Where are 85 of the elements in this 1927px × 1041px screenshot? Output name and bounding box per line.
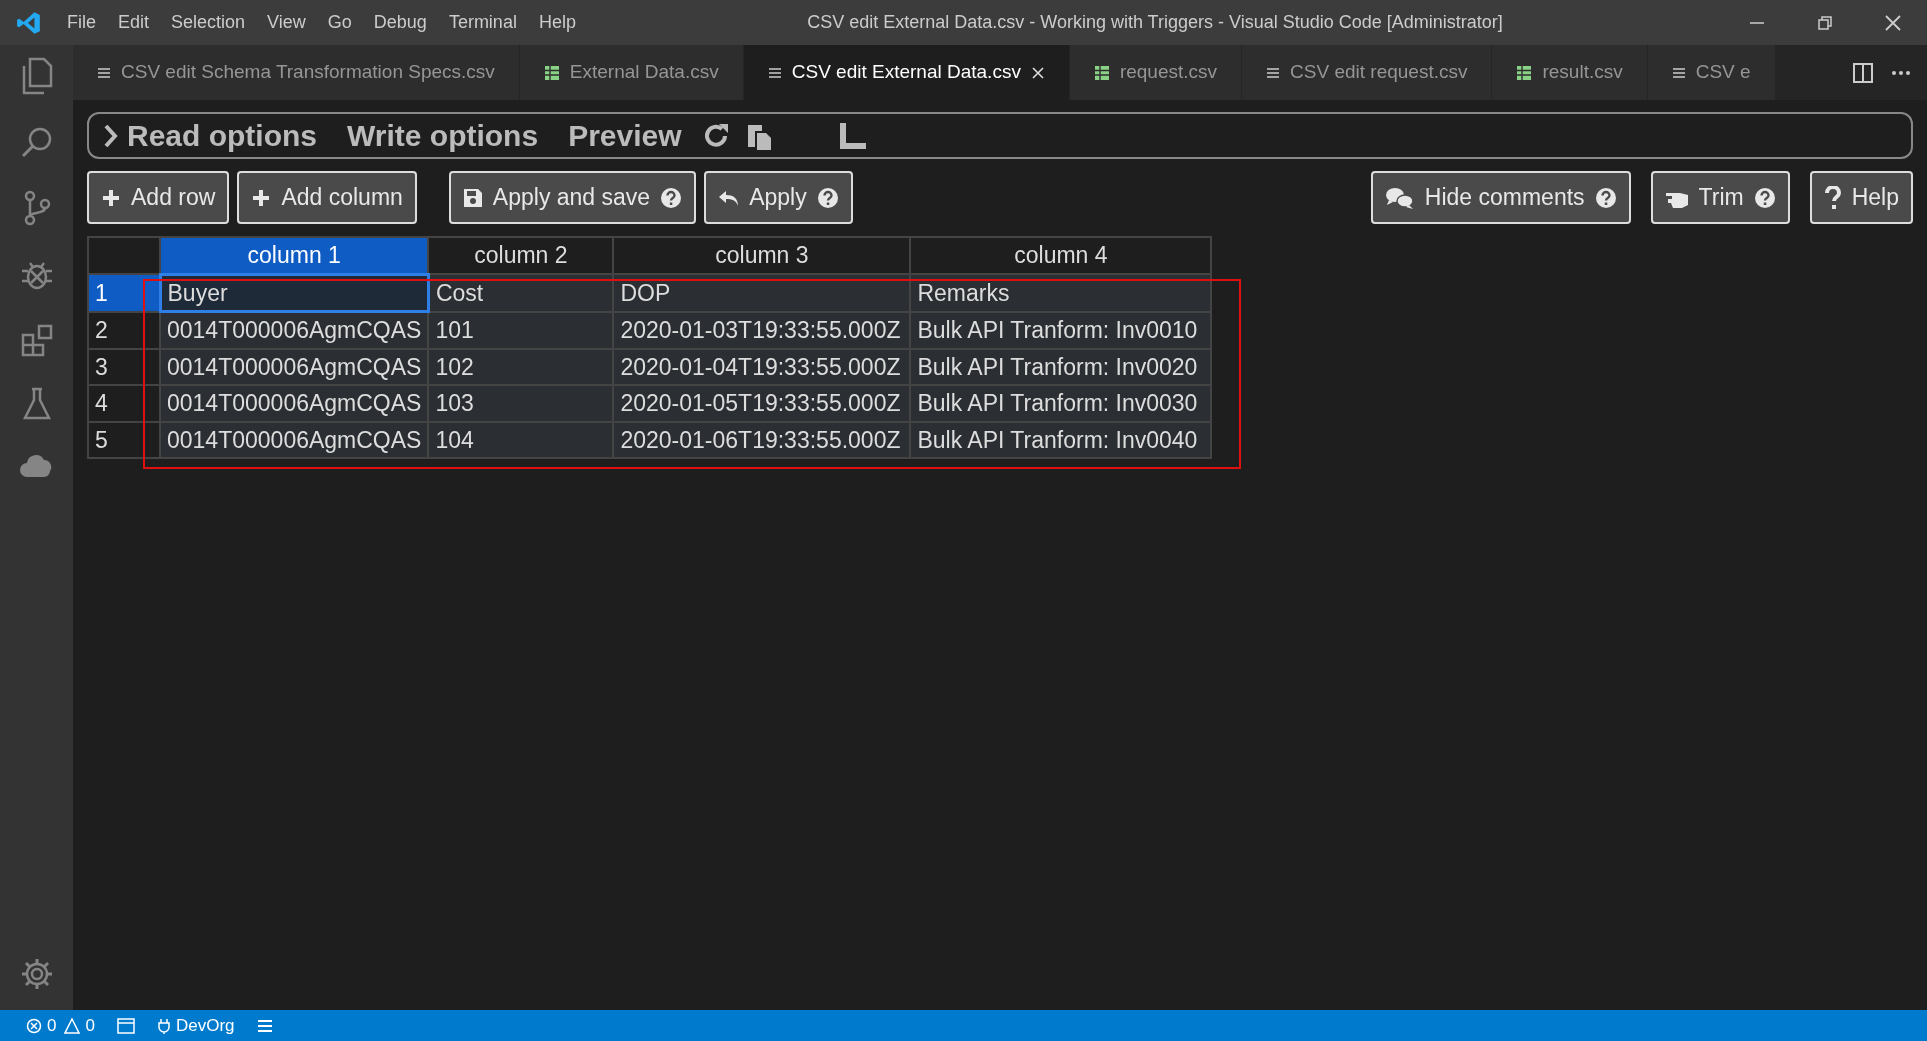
minimize-icon xyxy=(1749,21,1765,24)
editor-tab[interactable]: CSV e xyxy=(1647,45,1776,100)
options-tab[interactable]: Preview xyxy=(568,113,682,158)
table-cell[interactable]: Bulk API Tranform: Inv0020 xyxy=(910,348,1212,385)
table-cell[interactable]: Bulk API Tranform: Inv0040 xyxy=(910,421,1212,458)
chevron-right-icon[interactable] xyxy=(103,122,119,149)
spreadsheet-icon xyxy=(543,64,560,81)
warning-icon xyxy=(64,1017,81,1034)
column-header[interactable]: column 4 xyxy=(910,237,1212,274)
org-name[interactable]: DevOrg xyxy=(175,1012,235,1039)
table-cell[interactable]: 2020-01-06T19:33:55.000Z xyxy=(613,421,911,458)
menu-item[interactable]: View xyxy=(256,9,317,36)
editor-tab[interactable]: result.csv xyxy=(1492,45,1648,100)
window-title: CSV edit External Data.csv - Working with Triggers - Visual Studio Code [Administrator] xyxy=(806,11,1504,34)
table-cell[interactable]: 101 xyxy=(428,311,614,349)
table-cell[interactable]: 0014T000006AgmCQAS xyxy=(160,421,429,458)
toolbar-button[interactable]: Add row xyxy=(87,171,230,224)
undo-arrow-icon xyxy=(718,188,740,207)
column-header[interactable]: column 2 xyxy=(428,237,614,274)
table-cell[interactable]: 0014T000006AgmCQAS xyxy=(160,311,429,349)
plus-icon xyxy=(251,187,272,208)
terminal-icon[interactable] xyxy=(116,1017,135,1034)
lines-icon xyxy=(1266,65,1281,80)
column-header[interactable]: column 1 xyxy=(160,237,429,274)
menu-item[interactable]: Help xyxy=(527,9,587,36)
lines-icon xyxy=(97,65,111,80)
plus-icon xyxy=(101,187,121,208)
spreadsheet-icon xyxy=(1093,64,1110,81)
question-mark-icon xyxy=(1823,185,1842,210)
editor-tab[interactable]: CSV edit External Data.csv xyxy=(743,45,1070,100)
plug-icon xyxy=(156,1017,171,1034)
menu-item[interactable]: Edit xyxy=(107,9,161,36)
menu-item[interactable]: Go xyxy=(316,9,363,36)
column-header[interactable]: column 3 xyxy=(613,237,911,274)
restore-icon xyxy=(1817,14,1833,31)
table-cell[interactable]: 104 xyxy=(428,421,614,458)
close-icon xyxy=(1884,13,1902,32)
comments-icon xyxy=(1384,185,1415,210)
menu-item[interactable]: Debug xyxy=(362,9,438,36)
split-editor-icon[interactable] xyxy=(1853,62,1873,83)
app-logo-icon xyxy=(16,9,42,36)
table-cell[interactable]: Buyer xyxy=(160,274,429,312)
row-number[interactable]: 1 xyxy=(88,274,160,312)
lines-icon xyxy=(767,65,782,80)
toolbar-button[interactable]: Hide comments xyxy=(1370,171,1631,224)
error-icon xyxy=(26,1017,42,1034)
table-cell[interactable]: Bulk API Tranform: Inv0010 xyxy=(910,311,1212,349)
toolbar-button[interactable]: Trim xyxy=(1650,171,1790,224)
save-icon xyxy=(462,187,483,208)
menu-item[interactable]: Selection xyxy=(160,9,257,36)
toolbar-button[interactable]: Apply xyxy=(704,171,853,224)
table-cell[interactable]: 2020-01-05T19:33:55.000Z xyxy=(613,385,911,422)
options-tab[interactable]: Write options xyxy=(347,113,539,158)
row-number[interactable]: 3 xyxy=(88,348,160,385)
error-count: 0 xyxy=(47,1014,57,1037)
flask-icon[interactable] xyxy=(21,387,52,421)
menu-item[interactable]: Terminal xyxy=(437,9,528,36)
table-cell[interactable]: 103 xyxy=(428,385,614,422)
spreadsheet-icon xyxy=(1516,64,1533,81)
close-icon xyxy=(1030,65,1045,80)
toolbar-button[interactable]: Help xyxy=(1809,171,1913,224)
list-icon[interactable] xyxy=(256,1018,273,1033)
table-cell[interactable]: 2020-01-03T19:33:55.000Z xyxy=(613,311,911,349)
extensions-icon[interactable] xyxy=(19,323,54,357)
editor-tab[interactable]: CSV edit request.csv xyxy=(1242,45,1493,100)
editor-tab[interactable]: request.csv xyxy=(1069,45,1243,100)
table-cell[interactable]: 0014T000006AgmCQAS xyxy=(160,348,429,385)
search-icon[interactable] xyxy=(19,125,54,159)
ruler-icon[interactable] xyxy=(837,120,868,151)
toolbar-button[interactable]: Add column xyxy=(237,171,417,224)
row-number[interactable]: 4 xyxy=(88,385,160,422)
menu-item[interactable]: File xyxy=(56,9,107,36)
editor-tab[interactable]: CSV edit Schema Transformation Specs.csv xyxy=(73,45,520,100)
table-cell[interactable]: 2020-01-04T19:33:55.000Z xyxy=(613,348,911,385)
table-cell[interactable]: Bulk API Tranform: Inv0030 xyxy=(910,385,1212,422)
toolbar-button[interactable]: Apply and save xyxy=(448,171,697,224)
options-tab[interactable]: Read options xyxy=(127,113,317,158)
lines-icon xyxy=(1671,65,1686,80)
editor-tab[interactable]: External Data.csv xyxy=(519,45,744,100)
row-number[interactable]: 5 xyxy=(88,421,160,458)
table-cell[interactable]: 102 xyxy=(428,348,614,385)
table-cell[interactable]: 0014T000006AgmCQAS xyxy=(160,385,429,422)
row-number[interactable]: 2 xyxy=(88,311,160,349)
warning-count: 0 xyxy=(85,1014,95,1037)
more-actions-icon[interactable] xyxy=(1891,69,1911,76)
